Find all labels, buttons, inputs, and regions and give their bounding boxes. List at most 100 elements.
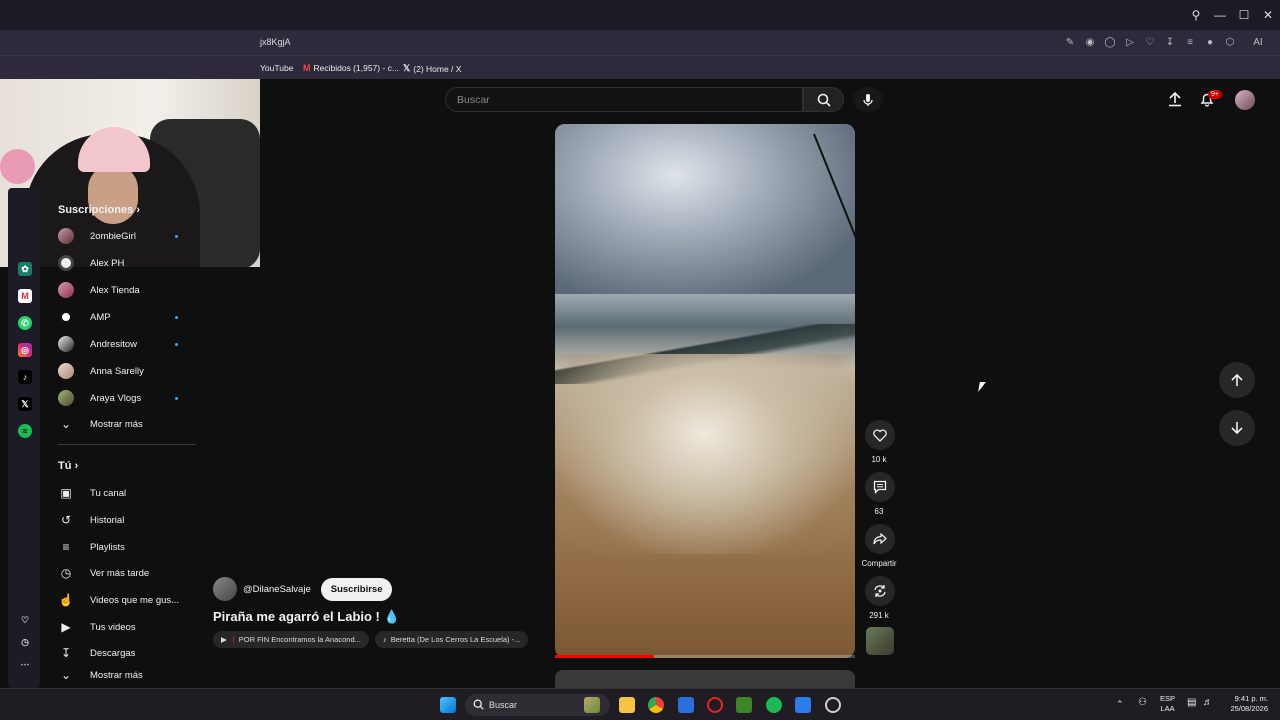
show-more-button[interactable]: ⌄ Mostrar más <box>58 413 198 435</box>
chatgpt-icon[interactable]: ✿ <box>18 262 32 276</box>
more-icon[interactable]: ⋯ <box>18 657 32 671</box>
avatar[interactable] <box>213 577 237 601</box>
app-icon[interactable] <box>795 697 811 713</box>
ai-button[interactable]: AI <box>1248 34 1268 50</box>
x-icon[interactable]: 𝕏 <box>18 397 32 411</box>
short-channel-info: @DilaneSalvaje Suscribirse <box>213 577 393 601</box>
gmail-icon[interactable]: M <box>18 289 32 303</box>
bookmark-gmail[interactable]: M Recibidos (1,957) - c... <box>303 63 399 73</box>
youtube-page: Buscar 9+ ✿ M ✆ ◎ ♪ 𝕏 ≈ ♡ ◷ ⋯ Suscripcio… <box>0 79 1280 688</box>
video-progress-bar[interactable] <box>555 655 855 658</box>
search-input[interactable]: Buscar <box>445 87 803 112</box>
user-icon: ▣ <box>60 486 72 500</box>
input-language[interactable]: ESP LAA <box>1160 694 1175 714</box>
store-icon[interactable] <box>678 697 694 713</box>
maximize-button[interactable]: ☐ <box>1232 8 1256 22</box>
new-content-dot <box>175 342 178 346</box>
spotify-icon[interactable]: ≈ <box>18 424 32 438</box>
sidebar-item-downloads[interactable]: ↧ Descargas <box>58 642 198 664</box>
avatar <box>58 228 74 244</box>
network-icon[interactable]: ▤ <box>1187 698 1196 708</box>
clock[interactable]: 9:41 p. m. 25/08/2026 <box>1224 694 1268 714</box>
search-icon[interactable]: ⚲ <box>1184 8 1208 22</box>
share-button[interactable] <box>865 524 895 554</box>
sidebar-item-your-videos[interactable]: ▶ Tus videos <box>58 616 198 638</box>
avatar <box>58 309 74 325</box>
subscription-item[interactable]: Anna Sarelly <box>58 360 198 382</box>
sound-thumbnail[interactable] <box>866 627 894 655</box>
sidebar-item-your-channel[interactable]: ▣ Tu canal <box>58 482 198 504</box>
history-icon[interactable]: ◷ <box>18 635 32 649</box>
show-more-button[interactable]: ⌄ Mostrar más <box>58 668 198 682</box>
next-short-preview <box>555 670 855 688</box>
minecraft-icon[interactable] <box>736 697 752 713</box>
subscription-item[interactable]: Andresitow <box>58 333 198 355</box>
subscription-item[interactable]: Araya Vlogs <box>58 387 198 409</box>
minimize-button[interactable]: — <box>1208 8 1232 22</box>
sound-chip[interactable]: ♪ Beretta (De Los Cerros La Escuela) -... <box>375 631 529 648</box>
search-icon <box>817 93 831 107</box>
profile-icon[interactable]: ● <box>1200 34 1220 50</box>
sidebar-item-playlists[interactable]: ≡ Playlists <box>58 536 198 558</box>
address-bar-icons: ✎ ◉ ◯ ▷ ♡ ↧ ≡ ● ⬡ AI <box>1060 34 1268 50</box>
edit-icon[interactable]: ✎ <box>1060 34 1080 50</box>
widgets-icon[interactable] <box>584 697 600 713</box>
url-text[interactable]: jx8KgjA <box>260 37 291 47</box>
related-video-chip[interactable]: ▶ | POR FIN Encontramos la Anacond... <box>213 631 369 648</box>
previous-short-button[interactable] <box>1219 362 1255 398</box>
subscription-item[interactable]: Alex Tienda <box>58 279 198 301</box>
whatsapp-icon[interactable]: ✆ <box>18 316 32 330</box>
volume-icon[interactable]: ♬ <box>1203 698 1213 708</box>
short-video-player[interactable] <box>555 124 855 658</box>
bookmarks-bar: YouTube M Recibidos (1,957) - c... 𝕏 (2)… <box>0 55 1280 79</box>
extension-icon[interactable]: ⬡ <box>1220 34 1240 50</box>
chrome-icon[interactable] <box>648 697 664 713</box>
shield-icon[interactable]: ◯ <box>1100 34 1120 50</box>
arrow-up-icon <box>1231 373 1243 386</box>
download-icon[interactable]: ↧ <box>1160 34 1180 50</box>
heart-icon[interactable]: ♡ <box>1140 34 1160 50</box>
subscription-item[interactable]: AMP <box>58 306 198 328</box>
file-explorer-icon[interactable] <box>619 697 635 713</box>
subscriptions-header[interactable]: Suscripciones › <box>58 204 140 216</box>
bookmark-youtube[interactable]: YouTube <box>260 63 293 73</box>
remix-button[interactable] <box>865 576 895 606</box>
subscription-item[interactable]: 2ombieGirl <box>58 225 198 247</box>
windows-taskbar: Buscar ⌃ ⚇ ESP LAA ▤ ♬ 9:41 p. m. 25/08/… <box>0 688 1280 720</box>
upload-button[interactable] <box>1167 91 1183 107</box>
like-button[interactable] <box>865 420 895 450</box>
avatar <box>58 255 74 271</box>
heart-icon[interactable]: ♡ <box>18 613 32 627</box>
voice-search-button[interactable] <box>853 87 883 112</box>
new-content-dot <box>175 396 178 400</box>
search-placeholder: Buscar <box>457 94 490 106</box>
windows-start-icon[interactable] <box>440 697 456 713</box>
sidebar-item-history[interactable]: ↺ Historial <box>58 509 198 531</box>
you-header[interactable]: Tú › <box>58 460 78 472</box>
sidebar-item-watch-later[interactable]: ◷ Ver más tarde <box>58 562 198 584</box>
video-icon: ▶ <box>61 620 71 634</box>
next-short-button[interactable] <box>1219 410 1255 446</box>
bookmark-x[interactable]: 𝕏 (2) Home / X <box>403 63 461 74</box>
channel-name[interactable]: @DilaneSalvaje <box>243 584 311 595</box>
close-button[interactable]: ✕ <box>1256 8 1280 22</box>
chatgpt-icon[interactable] <box>825 697 841 713</box>
spotify-icon[interactable] <box>766 697 782 713</box>
subscribe-button[interactable]: Suscribirse <box>320 577 393 601</box>
play-icon: ▶ <box>221 635 227 644</box>
account-avatar[interactable] <box>1235 90 1255 110</box>
opera-gx-icon[interactable] <box>707 697 723 713</box>
tiktok-icon[interactable]: ♪ <box>18 370 32 384</box>
menu-icon[interactable]: ≡ <box>1180 34 1200 50</box>
microphone-icon[interactable]: ⚇ <box>1138 698 1147 708</box>
instagram-icon[interactable]: ◎ <box>18 343 32 357</box>
sidebar-item-liked-videos[interactable]: ☝ Videos que me gus... <box>58 589 198 611</box>
camera-icon[interactable]: ◉ <box>1080 34 1100 50</box>
comments-button[interactable] <box>865 472 895 502</box>
subscription-item[interactable]: Alex PH <box>58 252 198 274</box>
chevron-down-icon: ⌄ <box>60 668 72 682</box>
play-icon[interactable]: ▷ <box>1120 34 1140 50</box>
search-button[interactable] <box>803 87 844 112</box>
chevron-up-icon[interactable]: ⌃ <box>1116 699 1124 709</box>
blood-drop-icon: 💧 <box>383 609 400 624</box>
